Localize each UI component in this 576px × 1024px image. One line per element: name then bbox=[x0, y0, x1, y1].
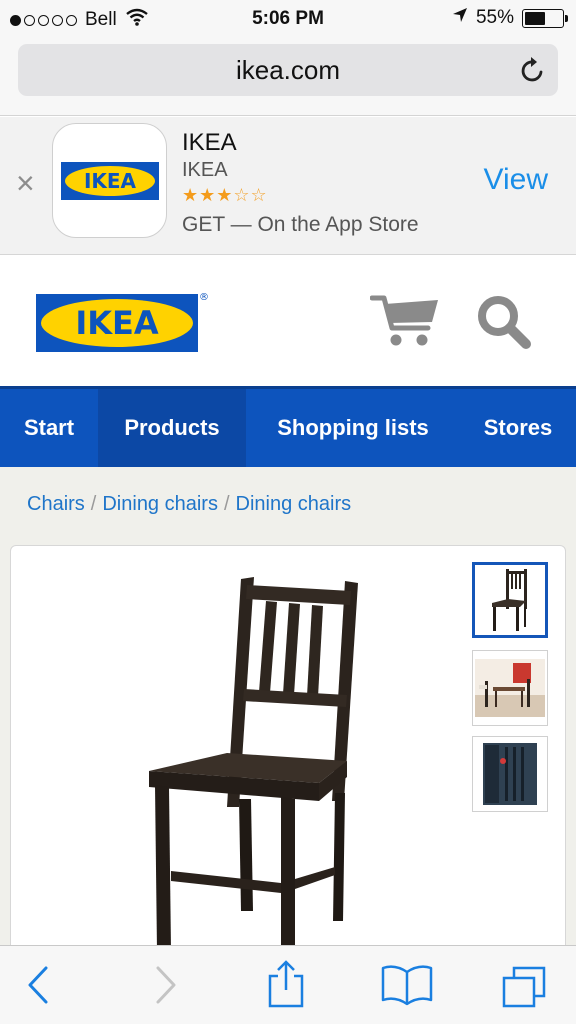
app-store-text: GET — On the App Store bbox=[182, 213, 419, 236]
ikea-logo-small: IKEA bbox=[60, 161, 159, 200]
thumbnail-chair[interactable] bbox=[472, 562, 548, 638]
app-logo-text: IKEA bbox=[83, 169, 136, 193]
tab-start[interactable]: Start bbox=[0, 389, 98, 467]
tab-products[interactable]: Products bbox=[98, 389, 246, 467]
breadcrumb-separator: / bbox=[90, 493, 97, 515]
app-icon: IKEA bbox=[52, 123, 167, 238]
address-bar[interactable]: ikea.com bbox=[18, 44, 558, 96]
breadcrumb: Chairs / Dining chairs / Dining chairs bbox=[27, 493, 351, 516]
tab-shopping-lists[interactable]: Shopping lists bbox=[246, 389, 460, 467]
rating-stars-empty: ☆☆ bbox=[233, 185, 268, 205]
view-app-button[interactable]: View bbox=[484, 163, 548, 197]
url-text[interactable]: ikea.com bbox=[18, 55, 558, 86]
breadcrumb-item-dining-chairs-current[interactable]: Dining chairs bbox=[236, 493, 352, 515]
forward-icon[interactable] bbox=[150, 964, 180, 1011]
main-nav: Start Products Shopping lists Stores bbox=[0, 386, 576, 467]
thumbnail-chair-closeup[interactable] bbox=[472, 736, 548, 812]
registered-mark: ® bbox=[199, 292, 209, 303]
cart-icon[interactable] bbox=[369, 292, 442, 355]
tab-stores[interactable]: Stores bbox=[460, 389, 576, 467]
back-icon[interactable] bbox=[24, 964, 54, 1011]
app-rating: ★★★☆☆ bbox=[182, 185, 268, 206]
breadcrumb-item-chairs[interactable]: Chairs bbox=[27, 493, 85, 515]
breadcrumb-item-dining-chairs[interactable]: Dining chairs bbox=[102, 493, 218, 515]
close-banner-icon[interactable]: × bbox=[16, 167, 35, 199]
app-name: IKEA bbox=[182, 129, 237, 156]
tabs-icon[interactable] bbox=[500, 964, 550, 1015]
thumbnail-dining-room[interactable] bbox=[472, 650, 548, 726]
status-right: 55% bbox=[452, 7, 568, 29]
rating-stars-filled: ★★★ bbox=[182, 185, 234, 205]
page-content: Chairs / Dining chairs / Dining chairs bbox=[0, 467, 576, 965]
logo-text: IKEA bbox=[75, 304, 159, 342]
product-main-image[interactable] bbox=[131, 571, 371, 956]
ikea-logo[interactable]: IKEA ® bbox=[36, 290, 212, 357]
status-bar: Bell 5:06 PM 55% bbox=[0, 0, 576, 38]
breadcrumb-separator: / bbox=[223, 493, 230, 515]
browser-toolbar bbox=[0, 945, 576, 1024]
battery-icon bbox=[522, 8, 568, 28]
reload-icon[interactable] bbox=[520, 56, 546, 89]
browser-chrome: Bell 5:06 PM 55% ikea.com bbox=[0, 0, 576, 116]
bookmarks-icon[interactable] bbox=[380, 964, 434, 1011]
app-developer: IKEA bbox=[182, 159, 228, 181]
share-icon[interactable] bbox=[266, 960, 306, 1013]
location-arrow-icon bbox=[452, 7, 468, 29]
battery-percent: 55% bbox=[475, 7, 514, 28]
app-store-banner: × IKEA IKEA IKEA ★★★☆☆ GET — On the App … bbox=[0, 117, 576, 255]
product-image-card bbox=[10, 545, 566, 965]
site-header: IKEA ® bbox=[0, 256, 576, 386]
search-icon[interactable] bbox=[474, 292, 534, 357]
